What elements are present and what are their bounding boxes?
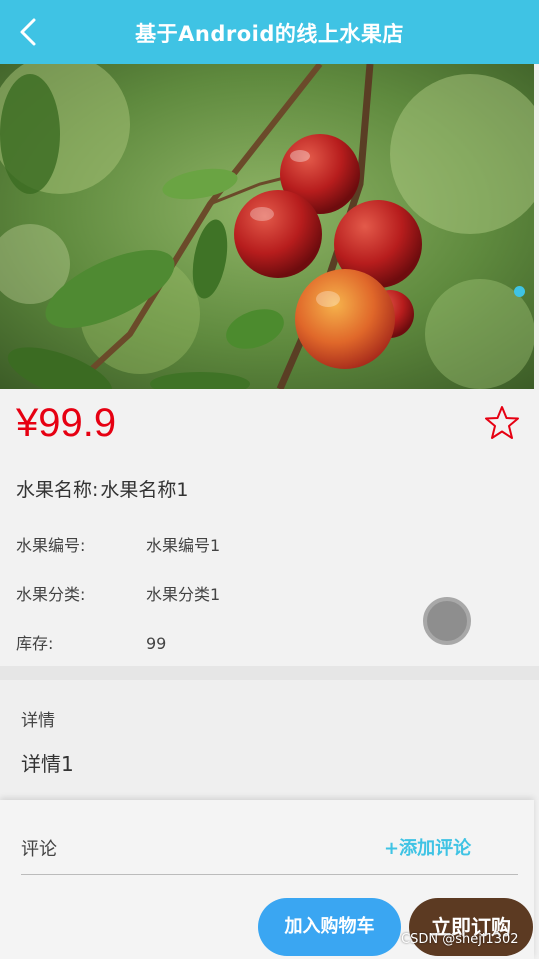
page-title: 基于Android的线上水果店 <box>135 22 404 46</box>
carousel-indicator-dot[interactable] <box>514 286 525 297</box>
product-price: ¥99.9 <box>16 401 117 445</box>
field-value: 水果分类1 <box>146 585 221 604</box>
field-label: 库存: <box>16 634 54 653</box>
floating-assistive-button[interactable] <box>423 597 471 645</box>
buy-now-button[interactable]: 立即订购 <box>409 898 533 956</box>
product-name-label: 水果名称: <box>16 479 99 501</box>
field-label: 水果分类: <box>16 585 86 604</box>
product-field-row: 水果编号: 水果编号1 <box>16 532 220 556</box>
app-header: 基于Android的线上水果店 <box>0 0 539 64</box>
field-label: 水果编号: <box>16 536 86 555</box>
field-value: 水果编号1 <box>146 536 221 555</box>
detail-label: 详情 <box>21 711 55 731</box>
product-field-row: 水果分类: 水果分类1 <box>16 581 220 605</box>
product-name-value: 水果名称1 <box>100 479 189 501</box>
star-outline-icon <box>485 406 519 439</box>
product-field-row: 库存: 99 <box>16 630 166 654</box>
comments-divider <box>21 874 518 875</box>
add-comment-button[interactable]: +添加评论 <box>384 834 471 860</box>
field-value: 99 <box>146 634 167 653</box>
product-name-row: 水果名称: 水果名称1 <box>16 475 191 502</box>
section-divider <box>0 666 539 680</box>
comments-label: 评论 <box>21 839 57 860</box>
favorite-button[interactable] <box>484 405 520 441</box>
product-image-carousel[interactable] <box>0 64 534 389</box>
detail-section: 详情 详情1 <box>0 680 539 800</box>
add-to-cart-button[interactable]: 加入购物车 <box>258 898 401 956</box>
watermark-text: CSDN @sheji1302 <box>401 932 519 947</box>
product-image <box>0 64 534 389</box>
detail-text: 详情1 <box>21 752 74 776</box>
